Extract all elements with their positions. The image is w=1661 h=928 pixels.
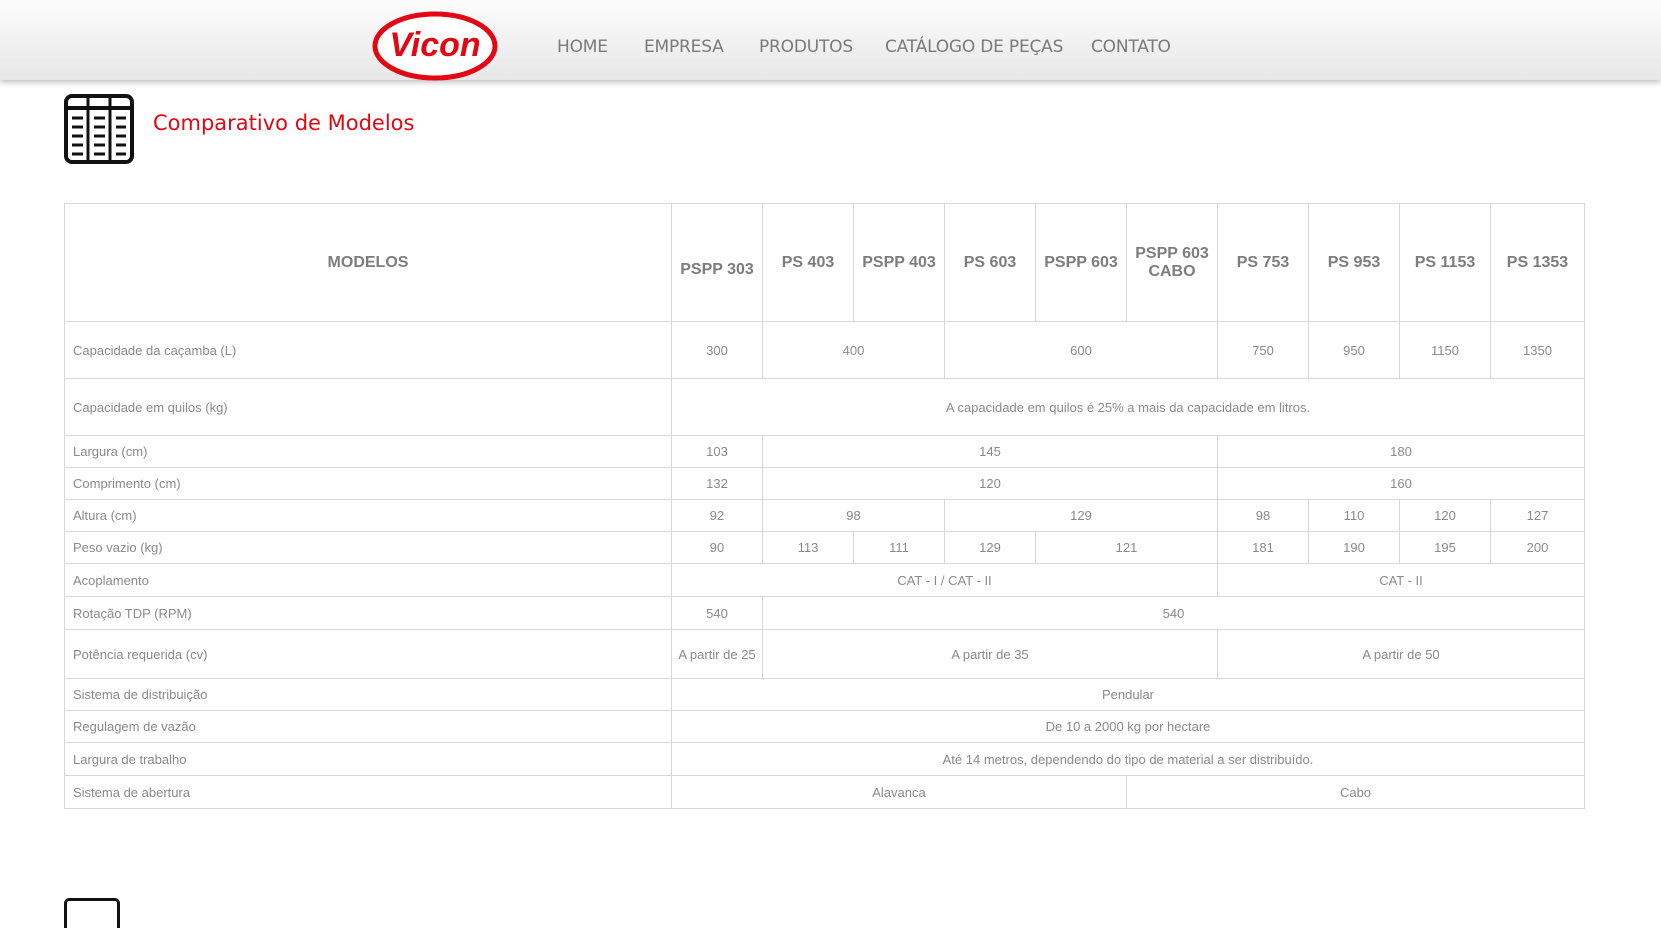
table-cell: 950 (1308, 321, 1400, 379)
table-cell: 92 (671, 499, 763, 532)
row-label: Peso vazio (kg) (64, 531, 672, 564)
table-cell: 750 (1217, 321, 1309, 379)
table-cell: A capacidade em quilos é 25% a mais da c… (671, 378, 1585, 436)
header-model: PS 1153 (1399, 203, 1491, 322)
table-row: Rotação TDP (RPM) 540 540 (64, 596, 1585, 630)
row-label: Comprimento (cm) (64, 467, 672, 500)
row-label: Capacidade em quilos (kg) (64, 378, 672, 436)
table-cell: 120 (1399, 499, 1491, 532)
table-cell: 200 (1490, 531, 1585, 564)
row-label: Largura de trabalho (64, 742, 672, 776)
vicon-logo[interactable]: Vicon (372, 11, 498, 81)
table-row: Potência requerida (cv) A partir de 25 A… (64, 629, 1585, 679)
table-cell: 195 (1399, 531, 1491, 564)
header-model: PSPP 603 CABO (1126, 203, 1218, 322)
nav-empresa[interactable]: EMPRESA (644, 37, 724, 57)
models-comparison-table: MODELOS PSPP 303 PS 403 PSPP 403 PS 603 … (64, 203, 1585, 809)
row-label: Altura (cm) (64, 499, 672, 532)
table-icon (64, 94, 134, 164)
table-cell: 180 (1217, 435, 1585, 468)
table-row: Regulagem de vazão De 10 a 2000 kg por h… (64, 710, 1585, 743)
nav-home[interactable]: HOME (557, 37, 608, 57)
table-row: Comprimento (cm) 132 120 160 (64, 467, 1585, 500)
table-header-row: MODELOS PSPP 303 PS 403 PSPP 403 PS 603 … (64, 203, 1585, 322)
table-row: Capacidade em quilos (kg) A capacidade e… (64, 378, 1585, 436)
table-cell: 600 (944, 321, 1218, 379)
header-model: PS 753 (1217, 203, 1309, 322)
table-cell: 129 (944, 531, 1036, 564)
table-cell: De 10 a 2000 kg por hectare (671, 710, 1585, 743)
header-model: PS 1353 (1490, 203, 1585, 322)
nav-contato[interactable]: CONTATO (1091, 37, 1171, 57)
table-cell: CAT - II (1217, 563, 1585, 597)
table-cell: Cabo (1126, 775, 1585, 809)
table-cell: 400 (762, 321, 945, 379)
svg-text:Vicon: Vicon (389, 26, 480, 64)
table-cell: 145 (762, 435, 1218, 468)
header-model: PS 603 (944, 203, 1036, 322)
header-model: PS 403 (762, 203, 854, 322)
table-cell: A partir de 50 (1217, 629, 1585, 679)
table-cell: A partir de 25 (671, 629, 763, 679)
table-cell: 103 (671, 435, 763, 468)
table-cell: 110 (1308, 499, 1400, 532)
next-section-icon (64, 898, 120, 928)
row-label: Sistema de distribuição (64, 678, 672, 711)
table-cell: 120 (762, 467, 1218, 500)
header-model: PS 953 (1308, 203, 1400, 322)
table-cell: 98 (762, 499, 945, 532)
table-row: Altura (cm) 92 98 129 98 110 120 127 (64, 499, 1585, 532)
table-cell: Alavanca (671, 775, 1127, 809)
header-model: PSPP 403 (853, 203, 945, 322)
section-title: Comparativo de Modelos (153, 111, 415, 135)
table-cell: Até 14 metros, dependendo do tipo de mat… (671, 742, 1585, 776)
table-cell: 540 (762, 596, 1585, 630)
row-label: Sistema de abertura (64, 775, 672, 809)
row-label: Capacidade da caçamba (L) (64, 321, 672, 379)
table-cell: 98 (1217, 499, 1309, 532)
row-label: Acoplamento (64, 563, 672, 597)
table-row: Sistema de abertura Alavanca Cabo (64, 775, 1585, 809)
table-row: Acoplamento CAT - I / CAT - II CAT - II (64, 563, 1585, 597)
table-cell: 90 (671, 531, 763, 564)
table-cell: CAT - I / CAT - II (671, 563, 1218, 597)
table-cell: Pendular (671, 678, 1585, 711)
table-row: Largura de trabalho Até 14 metros, depen… (64, 742, 1585, 776)
table-cell: 129 (944, 499, 1218, 532)
table-cell: A partir de 35 (762, 629, 1218, 679)
top-navigation-bar: Vicon HOME EMPRESA PRODUTOS CATÁLOGO DE … (0, 0, 1661, 81)
header-model: PSPP 603 (1035, 203, 1127, 322)
table-cell: 1350 (1490, 321, 1585, 379)
table-cell: 111 (853, 531, 945, 564)
table-cell: 1150 (1399, 321, 1491, 379)
header-model: PSPP 303 (671, 203, 763, 322)
table-cell: 113 (762, 531, 854, 564)
table-cell: 181 (1217, 531, 1309, 564)
table-cell: 160 (1217, 467, 1585, 500)
table-row: Sistema de distribuição Pendular (64, 678, 1585, 711)
row-label: Largura (cm) (64, 435, 672, 468)
table-row: Peso vazio (kg) 90 113 111 129 121 181 1… (64, 531, 1585, 564)
table-cell: 121 (1035, 531, 1218, 564)
table-cell: 300 (671, 321, 763, 379)
table-cell: 540 (671, 596, 763, 630)
row-label: Regulagem de vazão (64, 710, 672, 743)
row-label: Potência requerida (cv) (64, 629, 672, 679)
row-label: Rotação TDP (RPM) (64, 596, 672, 630)
nav-catalogo-de-pecas[interactable]: CATÁLOGO DE PEÇAS (885, 37, 1063, 57)
header-modelos: MODELOS (64, 203, 672, 322)
nav-produtos[interactable]: PRODUTOS (759, 37, 853, 57)
table-row: Capacidade da caçamba (L) 300 400 600 75… (64, 321, 1585, 379)
table-cell: 127 (1490, 499, 1585, 532)
table-row: Largura (cm) 103 145 180 (64, 435, 1585, 468)
table-cell: 190 (1308, 531, 1400, 564)
table-cell: 132 (671, 467, 763, 500)
